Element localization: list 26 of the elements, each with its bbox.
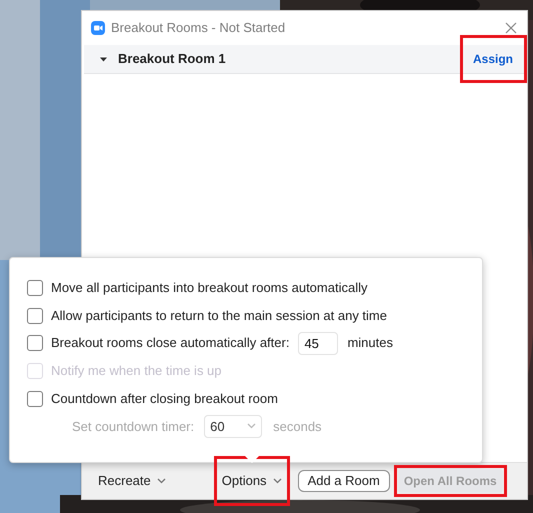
- room-name: Breakout Room 1: [118, 50, 227, 68]
- option-label: Breakout rooms close automatically after:: [51, 334, 290, 352]
- video-camera-icon: [91, 21, 105, 35]
- option-label: Allow participants to return to the main session at any time: [51, 306, 387, 325]
- checkbox[interactable]: [27, 390, 43, 407]
- close-icon: [505, 22, 517, 34]
- assign-link[interactable]: Assign: [468, 48, 517, 70]
- field-label: Set countdown timer:: [72, 418, 194, 436]
- option-label: Notify me when the time is up: [51, 362, 222, 380]
- chevron-down-icon: [247, 423, 256, 430]
- chevron-down-icon: [156, 478, 166, 484]
- checkbox[interactable]: [27, 335, 43, 352]
- option-label: Move all participants into breakout rooms automatically: [51, 279, 368, 298]
- unit-label: seconds: [273, 418, 322, 436]
- caret-icon[interactable]: [100, 56, 107, 62]
- minutes-field[interactable]: 45: [298, 332, 338, 355]
- menu-button[interactable]: Recreate: [94, 469, 170, 493]
- close-button[interactable]: [504, 21, 518, 35]
- checkbox[interactable]: [27, 280, 43, 296]
- checkbox[interactable]: [27, 308, 43, 324]
- window-title: Breakout Rooms - Not Started: [111, 19, 286, 38]
- option-label: Countdown after closing breakout room: [51, 390, 278, 408]
- add-room-button[interactable]: Add a Room: [298, 470, 390, 492]
- menu-button[interactable]: Options: [218, 469, 286, 493]
- chevron-down-icon: [272, 478, 282, 484]
- unit-label: minutes: [347, 334, 393, 352]
